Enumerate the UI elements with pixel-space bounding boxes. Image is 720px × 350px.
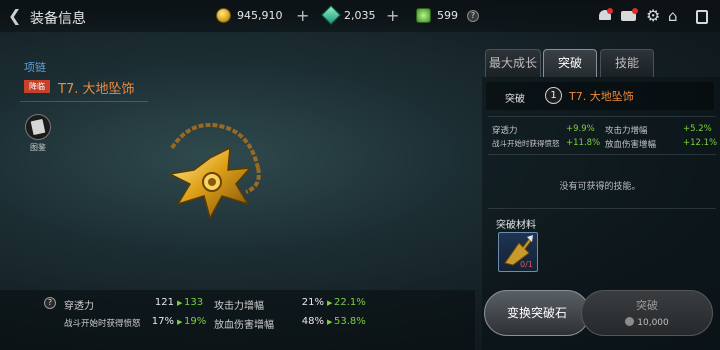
increase-arrow-icon: ▶ bbox=[327, 318, 333, 326]
materials-title: 突破材料 bbox=[496, 220, 536, 231]
home-icon[interactable]: ⌂ bbox=[668, 8, 684, 24]
grade-badge: 降临 bbox=[24, 80, 50, 93]
add-gold-icon[interactable]: + bbox=[296, 6, 309, 25]
stat-current: 17% bbox=[151, 316, 174, 327]
divider bbox=[488, 154, 716, 155]
stat-label: 攻击力增幅 bbox=[214, 301, 264, 312]
stats-help-icon[interactable]: ? bbox=[44, 297, 56, 309]
breakthrough-button[interactable]: 突破 10,000 bbox=[581, 290, 713, 336]
codex-label: 图鉴 bbox=[30, 143, 46, 152]
tab-max-growth[interactable]: 最大成长 bbox=[485, 49, 541, 77]
divider bbox=[488, 208, 716, 209]
item-name: T7. 大地坠饰 bbox=[58, 82, 135, 97]
crystal-icon bbox=[416, 8, 431, 23]
gold-counter: 945,910 bbox=[216, 8, 283, 23]
pendant-image bbox=[167, 123, 261, 220]
gem-amount: 2,035 bbox=[344, 8, 376, 22]
breakthrough-cost-value: 10,000 bbox=[637, 318, 669, 328]
stat-current: 48% bbox=[301, 316, 324, 327]
divider bbox=[488, 116, 716, 117]
crystal-counter: 599 bbox=[416, 8, 458, 23]
item-category: 项链 bbox=[24, 61, 46, 74]
help-icon[interactable]: ? bbox=[467, 10, 479, 22]
bonus-value: +12.1% bbox=[683, 138, 718, 148]
stat-label: 战斗开始时获得愤怒 bbox=[64, 319, 141, 329]
exchange-stone-button[interactable]: 变换突破石 bbox=[484, 290, 590, 336]
gem-icon bbox=[321, 5, 341, 25]
tab-skill[interactable]: 技能 bbox=[600, 49, 654, 77]
bonus-value: +11.8% bbox=[566, 138, 601, 148]
breakthrough-item-name: T7. 大地坠饰 bbox=[569, 90, 634, 103]
gold-amount: 945,910 bbox=[237, 9, 283, 22]
crystal-amount: 599 bbox=[437, 9, 458, 22]
stat-new: 53.8% bbox=[334, 316, 366, 327]
breakthrough-label: 突破 bbox=[505, 94, 525, 105]
back-icon[interactable]: ❮ bbox=[8, 6, 21, 25]
no-skill-text: 没有可获得的技能。 bbox=[559, 182, 641, 192]
codex-button[interactable] bbox=[25, 114, 51, 140]
breakthrough-cost: 10,000 bbox=[582, 317, 712, 328]
book-icon bbox=[30, 118, 46, 136]
stat-new: 22.1% bbox=[334, 297, 366, 308]
stat-label: 穿透力 bbox=[64, 301, 94, 312]
stat-label: 放血伤害增幅 bbox=[214, 320, 274, 331]
stat-current: 21% bbox=[301, 297, 324, 308]
mail-icon[interactable] bbox=[620, 8, 638, 24]
stat-new: 19% bbox=[184, 316, 207, 327]
gold-coin-icon bbox=[216, 8, 231, 23]
add-gem-icon[interactable]: + bbox=[386, 6, 399, 25]
page-title[interactable]: 装备信息 bbox=[30, 8, 86, 28]
material-count: 0/1 bbox=[520, 260, 533, 269]
bell-icon[interactable] bbox=[597, 8, 613, 24]
gear-icon[interactable]: ⚙ bbox=[646, 8, 662, 24]
increase-arrow-icon: ▶ bbox=[327, 299, 333, 307]
tab-breakthrough[interactable]: 突破 bbox=[543, 49, 597, 77]
phone-icon[interactable] bbox=[694, 8, 710, 24]
breakthrough-button-label: 突破 bbox=[636, 299, 658, 312]
bonus-value: +9.9% bbox=[566, 124, 595, 134]
silver-coin-icon bbox=[625, 317, 635, 326]
bonus-value: +5.2% bbox=[683, 124, 712, 134]
stat-current: 121 bbox=[154, 297, 174, 308]
bonus-label: 攻击力增幅 bbox=[605, 126, 648, 136]
increase-arrow-icon: ▶ bbox=[177, 299, 183, 307]
increase-arrow-icon: ▶ bbox=[177, 318, 183, 326]
bonus-label: 放血伤害增幅 bbox=[605, 140, 657, 150]
bonus-label: 战斗开始时获得愤怒 bbox=[492, 139, 560, 148]
divider bbox=[20, 101, 148, 102]
gem-counter: 2,035 bbox=[321, 5, 376, 25]
breakthrough-level: 1 bbox=[545, 87, 562, 104]
bonus-label: 穿透力 bbox=[492, 126, 518, 136]
stat-new: 133 bbox=[184, 297, 204, 308]
